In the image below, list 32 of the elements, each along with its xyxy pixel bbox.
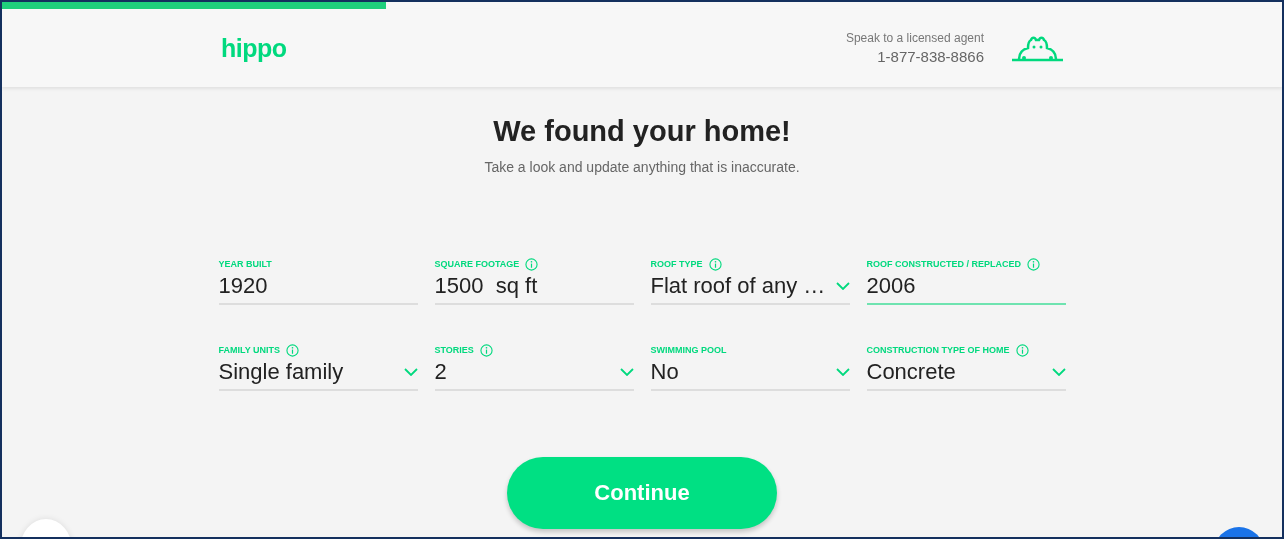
hippo-icon bbox=[1010, 34, 1065, 62]
info-icon[interactable] bbox=[479, 343, 493, 357]
chevron-down-icon bbox=[1051, 368, 1066, 376]
agent-label: Speak to a licensed agent bbox=[845, 31, 984, 45]
select-field[interactable]: Concrete bbox=[866, 357, 1066, 391]
info-icon[interactable] bbox=[286, 343, 299, 357]
field-label: YEAR BUILT bbox=[218, 259, 272, 269]
input-field[interactable]: 1500 sq ft bbox=[434, 271, 634, 305]
select-field[interactable]: Flat roof of any … bbox=[650, 271, 850, 305]
field-label: STORIES bbox=[434, 345, 474, 355]
field-label: SWIMMING POOL bbox=[650, 345, 727, 355]
chevron-down-icon bbox=[619, 368, 634, 376]
input-field[interactable]: 2006 bbox=[866, 271, 1066, 305]
phone-number[interactable]: 1-877-838-8866 bbox=[877, 48, 984, 65]
chevron-down-icon bbox=[835, 282, 850, 290]
info-icon[interactable] bbox=[525, 257, 539, 271]
field-label: CONSTRUCTION TYPE OF HOME bbox=[866, 345, 1010, 355]
info-icon[interactable] bbox=[1015, 343, 1029, 357]
chevron-down-icon bbox=[835, 368, 850, 376]
select-field[interactable]: No bbox=[650, 357, 850, 391]
page-title: We found your home! bbox=[493, 115, 791, 148]
select-field[interactable]: 2 bbox=[434, 357, 634, 391]
info-icon[interactable] bbox=[1027, 257, 1040, 271]
info-icon[interactable] bbox=[708, 257, 722, 271]
select-field[interactable]: Single family bbox=[218, 357, 418, 391]
field-label: ROOF TYPE bbox=[650, 259, 703, 269]
field-label: FAMILY UNITS bbox=[218, 345, 280, 355]
page-subtitle: Take a look and update anything that is inaccurate. bbox=[484, 159, 800, 175]
field-label: ROOF CONSTRUCTED / REPLACED bbox=[866, 259, 1021, 269]
chevron-down-icon bbox=[403, 368, 418, 376]
input-field[interactable]: 1920 bbox=[218, 271, 418, 305]
field-label: SQUARE FOOTAGE bbox=[434, 259, 520, 269]
